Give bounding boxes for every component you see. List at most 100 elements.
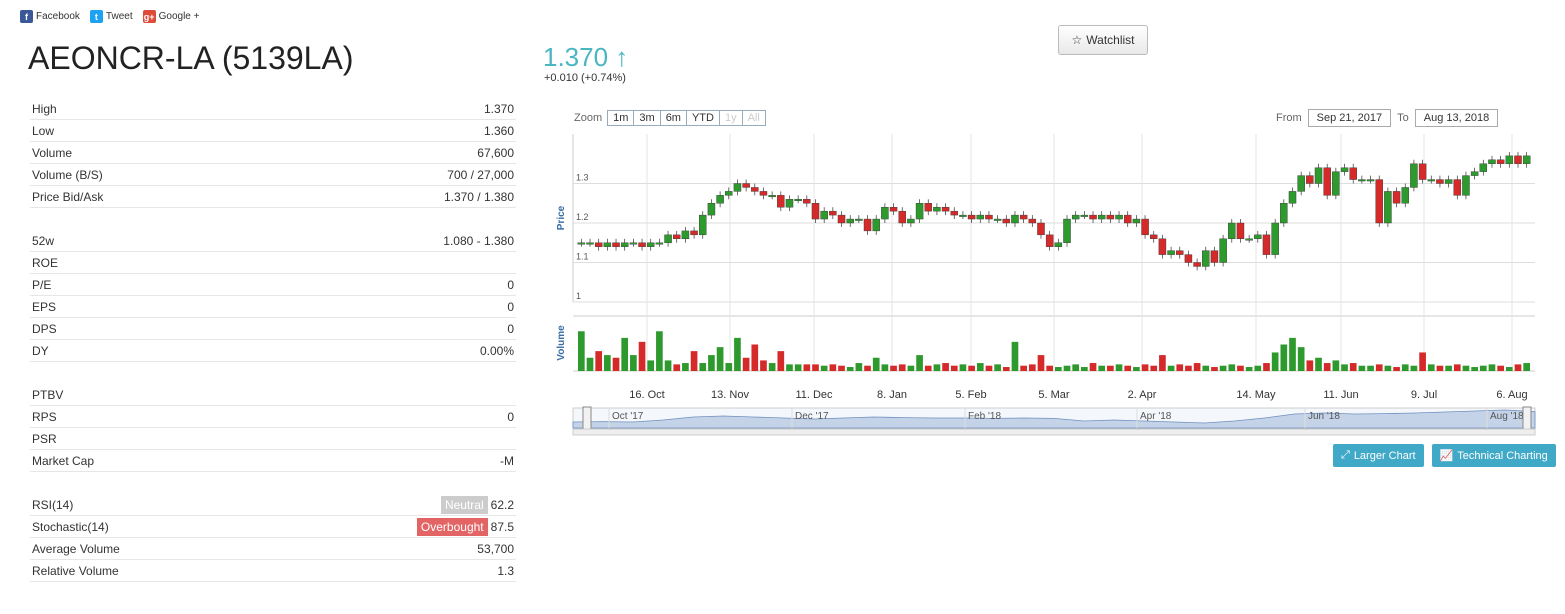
volume-bar xyxy=(933,364,941,371)
volume-bar xyxy=(1289,337,1296,371)
volume-bar xyxy=(1055,367,1062,371)
x-tick-label: 5. Mar xyxy=(1038,389,1070,401)
navigator-label: Oct '17 xyxy=(612,411,644,422)
stats-row: PSR xyxy=(30,428,516,450)
volume-bar xyxy=(716,347,724,371)
volume-bar xyxy=(734,337,741,371)
overbought-badge: Overbought xyxy=(416,517,488,536)
stat-value: -M xyxy=(500,454,514,468)
volume-bar xyxy=(1133,367,1140,371)
price-chart[interactable]: 1 1.1 1.2 1.3 16. Oct 13. Nov 11. Dec 8. Jan 5. … xyxy=(550,128,1540,438)
volume-bar xyxy=(907,365,915,371)
candle-body xyxy=(725,191,733,196)
volume-bar xyxy=(1393,367,1400,371)
volume-bar xyxy=(612,357,620,371)
volume-bar xyxy=(1115,364,1123,371)
zoom-1m-button[interactable]: 1m xyxy=(607,110,635,126)
candle-body xyxy=(863,218,872,232)
stat-value-text: 0 xyxy=(507,409,514,424)
share-bar: f Facebook t Tweet g+ Google + xyxy=(20,10,199,23)
from-date-input[interactable]: Sep 21, 2017 xyxy=(1307,109,1392,127)
zoom-6m-button[interactable]: 6m xyxy=(659,110,687,126)
volume-bar xyxy=(1471,367,1478,371)
volume-bar xyxy=(942,363,949,371)
zoom-1y-button[interactable]: 1y xyxy=(718,110,743,126)
watchlist-button[interactable]: ☆ Watchlist xyxy=(1058,25,1148,55)
candle-body xyxy=(1514,155,1522,164)
candle-body xyxy=(1496,159,1505,164)
candle-body xyxy=(1028,218,1037,224)
candle-body xyxy=(785,199,794,208)
volume-bar xyxy=(820,365,828,371)
volume-axis-label: Volume xyxy=(556,325,567,361)
volume-bar xyxy=(1046,365,1053,371)
candle-body xyxy=(1106,214,1115,220)
volume-bar xyxy=(656,331,663,371)
candle-body xyxy=(941,206,950,212)
candle-body xyxy=(1401,187,1409,204)
stats-row: High 1.370 xyxy=(30,98,516,120)
x-tick-label: 5. Feb xyxy=(955,389,986,401)
candle-body xyxy=(1202,250,1210,267)
google-share-link[interactable]: g+ Google + xyxy=(142,10,199,23)
volume-bar xyxy=(1349,363,1357,371)
facebook-icon: f xyxy=(20,10,33,23)
y-tick-label: 1.2 xyxy=(576,212,589,222)
candle-body xyxy=(1479,163,1488,172)
stat-label: Volume (B/S) xyxy=(32,167,103,182)
volume-bar xyxy=(1219,365,1227,371)
candle-body xyxy=(1167,250,1175,255)
candle-body xyxy=(1505,155,1514,164)
volume-bar xyxy=(916,355,923,371)
stats-gap xyxy=(30,208,516,230)
volume-bar xyxy=(1427,364,1435,371)
navigator-label: Aug '18 xyxy=(1490,411,1524,422)
volume-bar xyxy=(1306,360,1314,371)
stat-value: 0 xyxy=(507,300,514,314)
volume-bar xyxy=(838,365,845,371)
candle-body xyxy=(707,203,716,216)
stat-value: Overbought 87.5 xyxy=(416,517,514,536)
stat-value-text: 1.080 - 1.380 xyxy=(443,233,514,248)
navigator-label: Dec '17 xyxy=(795,411,829,422)
tweet-label: Tweet xyxy=(105,11,133,22)
stat-value: 0 xyxy=(507,410,514,424)
stats-row: 52w 1.080 - 1.380 xyxy=(30,230,516,252)
volume-bar xyxy=(1358,365,1366,371)
volume-bar xyxy=(638,341,646,371)
candle-body xyxy=(829,210,837,216)
candle-body xyxy=(1436,179,1444,184)
navigator-handle-left xyxy=(582,406,592,430)
larger-chart-button[interactable]: ⤢ Larger Chart xyxy=(1333,444,1424,467)
volume-bar xyxy=(777,351,785,371)
to-date-input[interactable]: Aug 13, 2018 xyxy=(1414,109,1499,127)
volume-bar xyxy=(1072,364,1080,371)
facebook-share-link[interactable]: f Facebook xyxy=(20,10,80,23)
tweet-share-link[interactable]: t Tweet xyxy=(89,10,133,23)
zoom-3m-button[interactable]: 3m xyxy=(633,110,661,126)
zoom-all-button[interactable]: All xyxy=(741,110,766,126)
technical-charting-button[interactable]: 📈 Technical Charting xyxy=(1431,444,1556,467)
stat-label: DPS xyxy=(32,321,57,336)
volume-bar xyxy=(1141,364,1149,371)
stat-value-text: 0.00% xyxy=(479,343,514,358)
volume-bar xyxy=(1028,364,1036,371)
x-tick-label: 2. Apr xyxy=(1128,389,1157,401)
x-tick-label: 9. Jul xyxy=(1411,389,1437,401)
candle-body xyxy=(820,210,828,220)
zoom-ytd-button[interactable]: YTD xyxy=(685,110,720,126)
volume-bar xyxy=(1271,352,1279,371)
google-plus-icon: g+ xyxy=(142,10,156,23)
volume-bar xyxy=(1367,365,1374,371)
stats-row: Price Bid/Ask 1.370 / 1.380 xyxy=(30,186,516,208)
navigator-label: Jun '18 xyxy=(1308,411,1340,422)
volume-bar xyxy=(1228,364,1236,371)
candle-body xyxy=(872,218,880,232)
stat-value-text: 67,600 xyxy=(477,145,514,160)
stats-row: ROE xyxy=(30,252,516,274)
candle-body xyxy=(993,218,1002,221)
zoom-selector: Zoom 1m 3m 6m YTD 1y All xyxy=(574,110,766,126)
candle-body xyxy=(1228,222,1236,240)
stat-value: 1.370 xyxy=(484,102,514,116)
watchlist-label: Watchlist xyxy=(1086,33,1135,47)
